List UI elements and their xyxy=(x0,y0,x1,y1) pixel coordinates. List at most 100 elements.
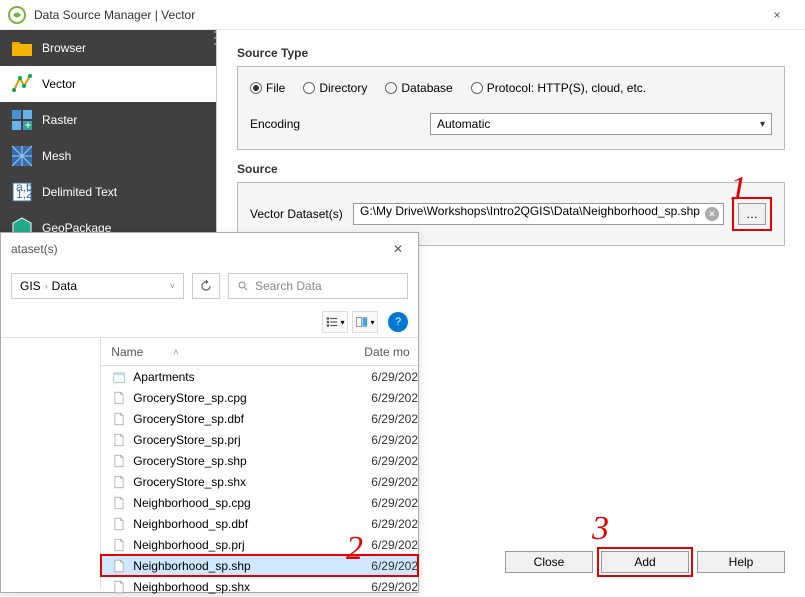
file-icon xyxy=(111,390,127,406)
file-row[interactable]: GroceryStore_sp.shx6/29/202 xyxy=(101,471,418,492)
refresh-button[interactable] xyxy=(192,273,220,299)
file-date: 6/29/202 xyxy=(371,496,418,510)
file-icon xyxy=(111,411,127,427)
encoding-select[interactable]: Automatic xyxy=(430,113,772,135)
file-date: 6/29/202 xyxy=(371,454,418,468)
titlebar: Data Source Manager | Vector × xyxy=(0,0,805,30)
file-date: 6/29/202 xyxy=(371,559,418,573)
sidebar-item-label: Raster xyxy=(42,113,77,127)
breadcrumb[interactable]: GIS › Data ˅ xyxy=(11,273,184,299)
dialog-footer: Close Add Help xyxy=(505,551,785,573)
file-dialog-title: ataset(s) xyxy=(11,242,58,256)
file-icon xyxy=(111,474,127,490)
file-dialog-close-button[interactable]: ✕ xyxy=(388,239,408,259)
file-row[interactable]: GroceryStore_sp.dbf6/29/202 xyxy=(101,408,418,429)
file-row[interactable]: Neighborhood_sp.cpg6/29/202 xyxy=(101,492,418,513)
radio-protocol[interactable]: Protocol: HTTP(S), cloud, etc. xyxy=(471,81,646,95)
file-row[interactable]: GroceryStore_sp.shp6/29/202 xyxy=(101,450,418,471)
sidebar-item-browser[interactable]: Browser xyxy=(0,30,216,66)
view-mode-button[interactable]: ▾ xyxy=(322,311,348,333)
file-date: 6/29/202 xyxy=(371,538,418,552)
browse-button[interactable]: … xyxy=(738,203,766,225)
file-name: GroceryStore_sp.dbf xyxy=(133,412,371,426)
sidebar-item-delimited[interactable]: a,b1,2 Delimited Text xyxy=(0,174,216,210)
sidebar-item-vector[interactable]: Vector xyxy=(0,66,216,102)
sidebar-item-raster[interactable]: + Raster xyxy=(0,102,216,138)
file-icon xyxy=(111,579,127,595)
file-date: 6/29/202 xyxy=(371,370,418,384)
chevron-down-icon[interactable]: ˅ xyxy=(170,281,175,291)
search-input[interactable]: Search Data xyxy=(228,273,408,299)
file-name: Apartments xyxy=(133,370,371,384)
vector-icon xyxy=(10,72,34,96)
svg-text:1,2: 1,2 xyxy=(16,187,33,201)
file-name: GroceryStore_sp.shx xyxy=(133,475,371,489)
file-list: Name˄ Date mo Apartments6/29/202GroceryS… xyxy=(101,338,418,589)
file-date: 6/29/202 xyxy=(371,517,418,531)
chevron-right-icon: › xyxy=(45,281,48,291)
sidebar-item-label: Vector xyxy=(42,77,76,91)
mesh-icon xyxy=(10,144,34,168)
raster-icon: + xyxy=(10,108,34,132)
sidebar-item-label: Delimited Text xyxy=(42,185,117,199)
radio-file[interactable]: File xyxy=(250,81,285,95)
help-button[interactable]: ? xyxy=(388,312,408,332)
file-date: 6/29/202 xyxy=(371,580,418,594)
file-row[interactable]: Neighborhood_sp.shp6/29/202 xyxy=(101,555,418,576)
file-row[interactable]: Neighborhood_sp.prj6/29/202 xyxy=(101,534,418,555)
file-name: GroceryStore_sp.cpg xyxy=(133,391,371,405)
file-name: Neighborhood_sp.shx xyxy=(133,580,371,594)
file-row[interactable]: Neighborhood_sp.shx6/29/202 xyxy=(101,576,418,597)
source-type-heading: Source Type xyxy=(237,46,785,60)
file-name: Neighborhood_sp.cpg xyxy=(133,496,371,510)
file-name: GroceryStore_sp.shp xyxy=(133,454,371,468)
file-row[interactable]: GroceryStore_sp.prj6/29/202 xyxy=(101,429,418,450)
radio-icon xyxy=(385,82,397,94)
sidebar-item-mesh[interactable]: Mesh xyxy=(0,138,216,174)
file-name: Neighborhood_sp.prj xyxy=(133,538,371,552)
file-date: 6/29/202 xyxy=(371,391,418,405)
file-name: Neighborhood_sp.dbf xyxy=(133,517,371,531)
file-icon xyxy=(111,537,127,553)
radio-database[interactable]: Database xyxy=(385,81,452,95)
search-icon xyxy=(237,280,249,292)
file-row[interactable]: Apartments6/29/202 xyxy=(101,366,418,387)
folder-tree-pane[interactable] xyxy=(1,338,101,589)
file-date: 6/29/202 xyxy=(371,412,418,426)
window-close-button[interactable]: × xyxy=(757,0,797,30)
radio-icon xyxy=(250,82,262,94)
column-date-header[interactable]: Date mo xyxy=(364,345,418,359)
preview-pane-button[interactable]: ▾ xyxy=(352,311,378,333)
clear-icon[interactable]: ✕ xyxy=(705,207,719,221)
file-icon xyxy=(111,558,127,574)
source-type-fieldset: File Directory Database Protocol: HTTP(S… xyxy=(237,66,785,150)
file-date: 6/29/202 xyxy=(371,433,418,447)
file-icon xyxy=(111,516,127,532)
dataset-label: Vector Dataset(s) xyxy=(250,207,345,221)
app-icon xyxy=(8,6,26,24)
dataset-input[interactable]: G:\My Drive\Workshops\Intro2QGIS\Data\Ne… xyxy=(353,203,724,225)
add-button[interactable]: Add xyxy=(601,551,689,573)
file-icon xyxy=(111,495,127,511)
radio-icon xyxy=(471,82,483,94)
column-name-header[interactable]: Name˄ xyxy=(101,345,364,359)
folder-icon xyxy=(111,369,127,385)
file-row[interactable]: Neighborhood_sp.dbf6/29/202 xyxy=(101,513,418,534)
radio-icon xyxy=(303,82,315,94)
window-title: Data Source Manager | Vector xyxy=(34,8,757,22)
source-heading: Source xyxy=(237,162,785,176)
svg-text:+: + xyxy=(24,118,31,132)
file-date: 6/29/202 xyxy=(371,475,418,489)
help-button[interactable]: Help xyxy=(697,551,785,573)
file-row[interactable]: GroceryStore_sp.cpg6/29/202 xyxy=(101,387,418,408)
folder-icon xyxy=(10,36,34,60)
sort-caret-icon: ˄ xyxy=(173,347,178,357)
file-icon xyxy=(111,453,127,469)
file-name: Neighborhood_sp.shp xyxy=(133,559,371,573)
encoding-label: Encoding xyxy=(250,117,410,131)
delimited-icon: a,b1,2 xyxy=(10,180,34,204)
file-dialog: ataset(s) ✕ GIS › Data ˅ Search Data ▾ ▾… xyxy=(0,232,419,593)
file-icon xyxy=(111,432,127,448)
close-button[interactable]: Close xyxy=(505,551,593,573)
radio-directory[interactable]: Directory xyxy=(303,81,367,95)
